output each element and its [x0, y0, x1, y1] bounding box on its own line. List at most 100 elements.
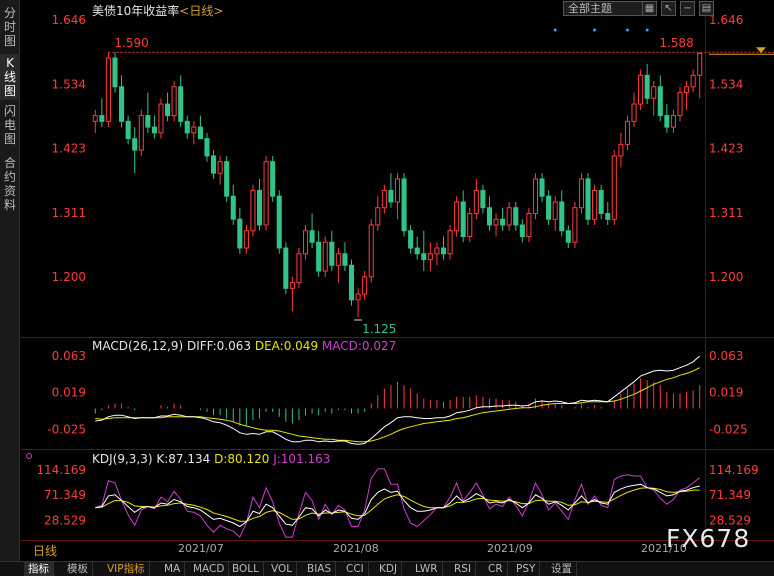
tab-timeshare-char: 时	[3, 20, 16, 34]
candle-up	[690, 74, 696, 88]
kdj-d-value: D:80.120	[214, 452, 270, 466]
watermark-logo: FX678	[666, 524, 751, 553]
candle-down	[125, 120, 131, 140]
candle-down	[151, 126, 157, 134]
tab-vol[interactable]: VOL	[267, 562, 298, 576]
candle-down	[184, 120, 190, 134]
event-dot-icon	[593, 28, 597, 32]
candle-down	[99, 115, 105, 122]
instrument-title: 美债10年收益率	[92, 4, 180, 18]
candle-down	[664, 115, 670, 128]
tab-settings[interactable]: 设置	[547, 562, 577, 576]
tab-bias[interactable]: BIAS	[303, 562, 337, 576]
candle-down	[270, 161, 276, 197]
candle-up	[263, 161, 269, 226]
price-tick-label: 1.646	[52, 13, 86, 27]
pointer-icon[interactable]: ↖	[661, 1, 676, 16]
tab-timeshare[interactable]: 分 时 图	[0, 6, 20, 48]
candle-down	[440, 247, 447, 255]
tab-macd[interactable]: MACD	[189, 562, 230, 576]
kdj-d-line	[95, 487, 700, 522]
tab-indicators[interactable]: 指标	[24, 562, 54, 576]
candle-up	[611, 155, 617, 220]
chart-canvas[interactable]: 1.646 1.646 1.534 1.534 1.423 1.423 1.311 1.311…	[21, 0, 774, 562]
tab-kline[interactable]: K 线 图	[0, 54, 20, 100]
tab-cr[interactable]: CR	[484, 562, 508, 576]
candle-up	[454, 201, 460, 232]
candle-up	[171, 86, 177, 117]
macd-tick-label: 0.063	[709, 349, 743, 363]
tab-flash-char: 图	[3, 132, 16, 146]
candle-down	[132, 138, 138, 151]
tab-ma[interactable]: MA	[160, 562, 186, 576]
candle-up	[375, 207, 381, 226]
macd-tick-label: 0.019	[52, 386, 86, 400]
candle-up	[217, 161, 223, 174]
tab-cci[interactable]: CCI	[342, 562, 369, 576]
date-label: 2021/08	[333, 542, 379, 555]
tab-contract-char: 资	[3, 184, 16, 198]
macd-header: MACD(26,12,9) DIFF:0.063 DEA:0.049 MACD:…	[92, 339, 396, 353]
candle-up	[684, 86, 690, 94]
kdj-header: KDJ(9,3,3) K:87.134 D:80.120 J:101.163	[92, 452, 330, 466]
tab-templates[interactable]: 模板	[63, 562, 93, 576]
candle-down	[348, 264, 355, 301]
tab-timeshare-char: 分	[3, 6, 16, 20]
tab-flash-char: 闪	[3, 104, 16, 118]
candle-up	[381, 189, 387, 209]
candle-up	[250, 189, 256, 232]
date-label: 2021/07	[178, 542, 224, 555]
candle-up	[335, 253, 341, 266]
tab-rsi[interactable]: RSI	[450, 562, 477, 576]
macd-tick-label: 0.063	[52, 349, 86, 363]
macd-tick-label: 0.019	[709, 386, 743, 400]
candle-down	[519, 224, 525, 238]
candle-up	[631, 103, 637, 122]
tab-kdj[interactable]: KDJ	[375, 562, 403, 576]
grid-icon[interactable]: ▦	[642, 1, 657, 16]
minus-icon[interactable]: −	[680, 1, 695, 16]
candle-up	[138, 115, 144, 151]
kdj-j-value: J:101.163	[273, 452, 331, 466]
left-tab-bar: 分 时 图 K 线 图 闪 电 图 合 约 资 料	[0, 0, 20, 562]
candle-down	[559, 201, 565, 232]
period-label: <日线>	[179, 4, 224, 18]
macd-label: MACD(26,12,9)	[92, 339, 184, 353]
tab-contract-info[interactable]: 合 约 资 料	[0, 156, 20, 212]
candle-up	[638, 74, 644, 105]
event-dot-icon	[625, 28, 629, 32]
macd-macd-value: MACD:0.027	[321, 339, 397, 353]
period-tab-daily[interactable]: 日线	[33, 542, 57, 559]
candle-up	[670, 115, 676, 128]
indicator-tab-bar: 指标 模板 VIP指标 MA MACD BOLL VOL BIAS CCI KD…	[0, 561, 774, 576]
chart-area[interactable]: 1.646 1.646 1.534 1.534 1.423 1.423 1.311 1.311…	[21, 0, 774, 562]
candle-up	[677, 92, 683, 117]
candle-up	[506, 207, 512, 226]
candle-down	[211, 155, 217, 174]
high-label: 1.590	[114, 36, 148, 50]
tab-kline-char: 图	[3, 84, 16, 98]
kdj-k-value: K:87.134	[156, 452, 211, 466]
candle-down	[112, 57, 118, 88]
tab-contract-char: 料	[3, 198, 16, 212]
tab-vip-indicators[interactable]: VIP指标	[103, 562, 150, 576]
candle-down	[401, 178, 407, 232]
candle-up	[368, 224, 374, 278]
tab-lwr[interactable]: LWR	[411, 562, 443, 576]
tab-flash[interactable]: 闪 电 图	[0, 104, 20, 146]
candle-down	[605, 212, 611, 220]
tab-psy[interactable]: PSY	[512, 562, 541, 576]
tab-boll[interactable]: BOLL	[228, 562, 264, 576]
candle-up	[467, 212, 473, 238]
settings-icon[interactable]: ▤	[699, 1, 714, 16]
macd-diff-value: DIFF:0.063	[186, 339, 252, 353]
macd-tick-label: -0.025	[47, 422, 86, 436]
candle-down	[197, 126, 203, 140]
kdj-tick-label: 114.169	[36, 463, 86, 477]
price-tick-label: 1.311	[709, 206, 743, 220]
candle-up	[572, 207, 578, 243]
candle-up	[473, 189, 479, 214]
candle-up	[92, 115, 98, 122]
candle-down	[539, 178, 545, 197]
candle-up	[592, 189, 598, 220]
